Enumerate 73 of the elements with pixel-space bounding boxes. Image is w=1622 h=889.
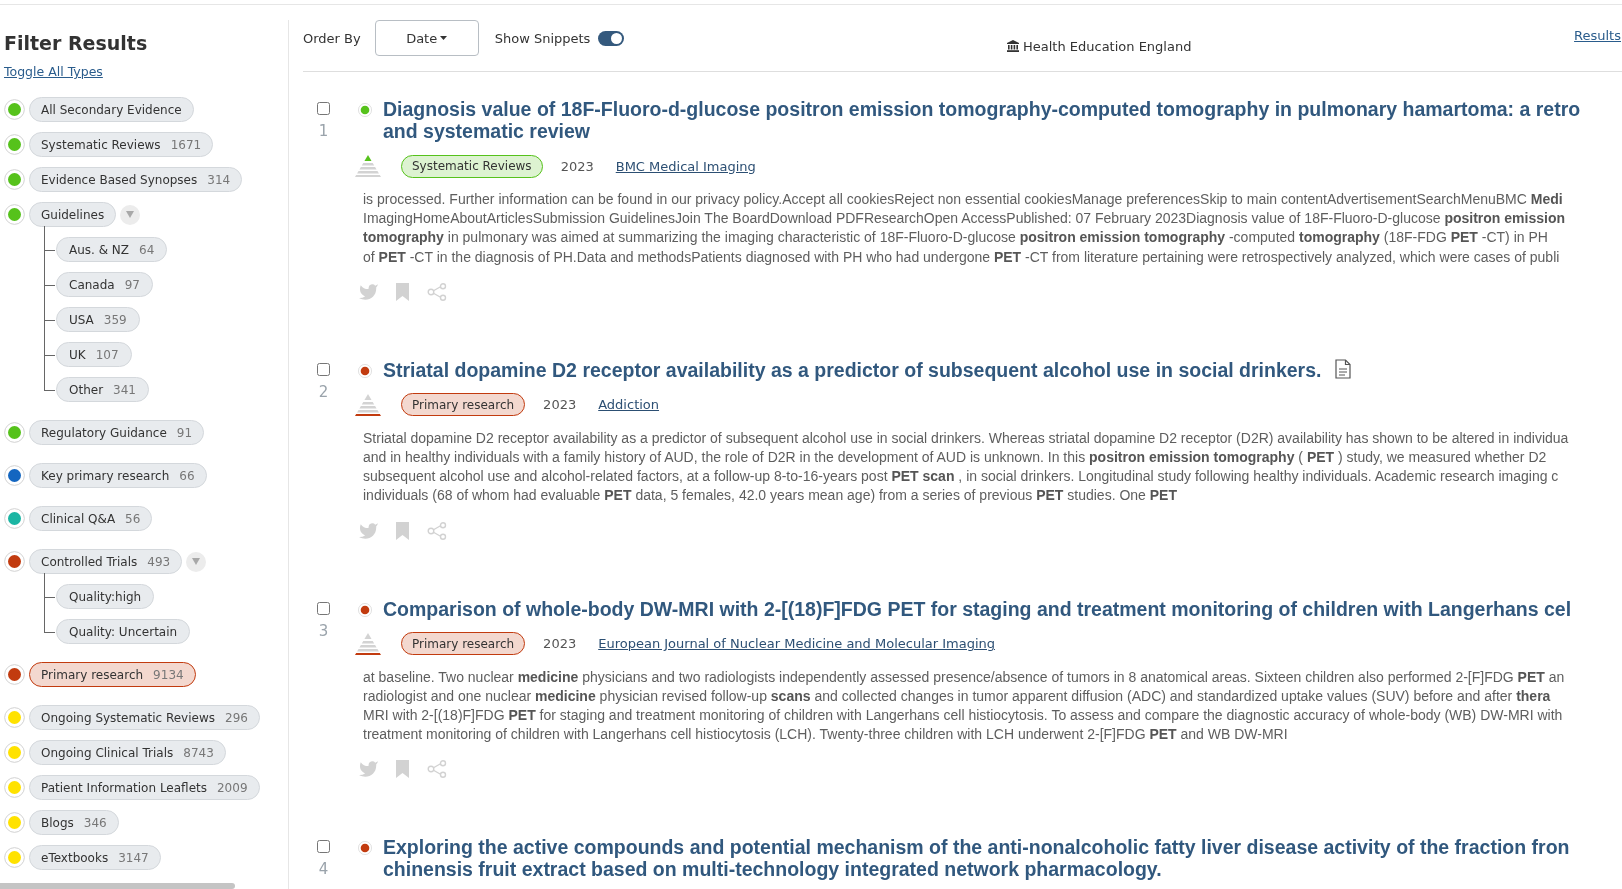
- publication-year: 2023: [543, 397, 577, 413]
- document-icon[interactable]: [1335, 358, 1352, 379]
- expand-button[interactable]: [186, 551, 207, 572]
- share-icon[interactable]: [427, 282, 447, 301]
- caret-down-icon: [126, 211, 135, 218]
- toggle-all-types-link[interactable]: Toggle All Types: [4, 63, 103, 81]
- evidence-type-tag: Primary research: [401, 393, 526, 417]
- bookmark-icon[interactable]: [396, 282, 409, 301]
- filter-chip[interactable]: Blogs 346: [29, 810, 119, 835]
- filter-chip[interactable]: Aus. & NZ 64: [56, 237, 168, 262]
- journal-link[interactable]: BMC Medical Imaging: [615, 158, 756, 174]
- result-title[interactable]: Diagnosis value of 18F-Fluoro-d-glucose positron emission tomography-computed tomography in pulmonary hamartoma: a retro and systematic review: [383, 98, 1581, 142]
- result-checkbox[interactable]: [317, 102, 330, 115]
- filter-chip[interactable]: UK 107: [56, 342, 132, 367]
- result-checkbox[interactable]: [317, 840, 330, 854]
- evidence-type-tag: Primary research: [401, 632, 526, 656]
- filter-chip[interactable]: Evidence Based Synopses 314: [29, 167, 243, 192]
- sidebar-heading: Filter Results: [4, 31, 148, 55]
- evidence-pyramid-icon: [355, 155, 381, 177]
- result-checkbox[interactable]: [317, 601, 330, 615]
- filter-chip[interactable]: Quality:high: [56, 584, 155, 609]
- journal-link[interactable]: European Journal of Nuclear Medicine and Molecular Imaging: [598, 636, 995, 652]
- result-number: 1: [318, 122, 329, 140]
- filter-chip[interactable]: Other 341: [56, 377, 149, 402]
- result-number: 2: [318, 382, 329, 401]
- filter-chip[interactable]: eTextbooks 3147: [29, 845, 161, 870]
- result-snippet: Striatal dopamine D2 receptor availability as a predictor of subsequent alcohol use in social drinkers. Whereas striatal dopamine D2 receptor (D2R) availability has shown to be altered in individua and in healthy individuals with a family history of AUD, the role of D2R in the development of AUD is unknown. In this positron emission tomography ( PET ) study, we measured whether D2 subsequent alcohol use and alcohol-related factors, at a follow-up 8-to-16-years post PET scan , in social drinkers. Longitudinal study following healthy individuals. Academic research imaging c individuals (68 of whom had evaluable PET data, 5 females, 42.0 years mean age) from a series of previous PET studies. One PET: [363, 428, 1569, 506]
- journal-link[interactable]: Addiction: [598, 397, 660, 413]
- filter-chip[interactable]: Ongoing Clinical Trials 8743: [29, 740, 226, 765]
- result-number: 4: [318, 860, 329, 879]
- filter-chip[interactable]: Guidelines: [29, 202, 117, 227]
- institution-name: Health Education England: [1023, 38, 1192, 54]
- snippets-toggle[interactable]: [598, 30, 625, 46]
- filter-chip[interactable]: Key primary research 66: [29, 463, 207, 488]
- filter-chip[interactable]: Controlled Trials 493: [29, 549, 183, 574]
- filter-chip[interactable]: Regulatory Guidance 91: [29, 420, 205, 445]
- filter-chip[interactable]: Primary research 9134: [29, 662, 196, 687]
- caret-icon: [440, 36, 448, 40]
- show-snippets-label: Show Snippets: [494, 30, 591, 46]
- filter-chip[interactable]: Systematic Reviews 1671: [29, 132, 214, 157]
- filter-chip[interactable]: Clinical Q&A 56: [29, 506, 153, 531]
- evidence-pyramid-icon: [355, 632, 381, 655]
- scrollbar-thumb[interactable]: [0, 883, 235, 889]
- result-title[interactable]: Striatal dopamine D2 receptor availability as a predictor of subsequent alcohol use in social drinkers.: [383, 358, 1322, 381]
- institution-icon: [1007, 40, 1019, 52]
- twitter-bird-icon[interactable]: [359, 761, 378, 778]
- filter-chip[interactable]: USA 359: [56, 307, 140, 332]
- evidence-pyramid-icon: [355, 393, 381, 416]
- order-by-label: Order By: [303, 30, 361, 46]
- filter-chip[interactable]: Quality: Uncertain: [56, 619, 191, 644]
- publication-year: 2023: [560, 158, 594, 174]
- result-snippet: is processed. Further information can be found in our privacy policy.Accept all cookiesReject non essential cookiesManage preferencesSkip to main contentAdvertisementSearchMenuBMC Medi ImagingHomeAboutArticlesSubmission GuidelinesJoin The BoardDownload PDFResearchOpen AccessPublished: 07 February 2023Diagnosis value of 18F-Fluoro-D-glucose positron emission tomography in pulmonary was aimed at summarizing the imaging characteristic of 18F-Fluoro-D-glucose positron emission tomography -computed tomography (18F-FDG PET -CT) in PH of PET -CT in the diagnosis of PH.Data and methodsPatients diagnosed with PH who had undergone PET -CT from literature pertaining were retrospectively analyzed, which were cases of publi: [363, 190, 1565, 267]
- result-checkbox[interactable]: [317, 362, 330, 376]
- result-snippet: at baseline. Two nuclear medicine physicians and two radiologists independently assessed presence/absence of tumors in 8 anatomical areas. Sixteen children also performed 2-[F]FDG PET an radiologist and one nuclear medicine physician revised follow-up scans and collected changes in tumor apparent diffusion (ADC) and standardized uptake values (SUV) before and after thera MRI with 2-[(18)F]FDG PET for staging and treatment monitoring of children with Langerhans cell histiocytosis. To assess and compare the diagnostic accuracy of whole-body (WB) DW-MRI with treatment monitoring of children with Langerhans cell histiocytosis (LCH). Twenty-three children with LCH underwent 2-[F]FDG PET and WB DW-MRI: [363, 667, 1565, 745]
- expand-button[interactable]: [120, 204, 141, 225]
- filter-chip[interactable]: Canada 97: [56, 272, 153, 297]
- bookmark-icon[interactable]: [396, 760, 409, 779]
- result-title[interactable]: Comparison of whole-body DW-MRI with 2-[(18)F]FDG PET for staging and treatment monitoring of children with Langerhans cel: [383, 597, 1572, 620]
- filter-chip[interactable]: Ongoing Systematic Reviews 296: [29, 705, 260, 730]
- order-by-dropdown[interactable]: Date: [374, 20, 479, 56]
- filter-chip[interactable]: Patient Information Leaflets 2009: [29, 775, 260, 800]
- share-icon[interactable]: [427, 521, 447, 540]
- evidence-type-tag: Systematic Reviews: [401, 154, 543, 178]
- caret-down-icon: [192, 558, 201, 565]
- bookmark-icon[interactable]: [396, 521, 409, 540]
- share-icon[interactable]: [427, 760, 447, 779]
- twitter-bird-icon[interactable]: [359, 522, 378, 539]
- publication-year: 2023: [543, 636, 577, 652]
- filter-chip[interactable]: All Secondary Evidence: [29, 97, 194, 122]
- result-title[interactable]: Exploring the active compounds and potential mechanism of the anti-nonalcoholic fatty liver disease activity of the fraction fron chinensis fruit extract based on multi-technology integrated network pharmacology.: [383, 836, 1570, 881]
- twitter-bird-icon[interactable]: [359, 283, 378, 300]
- results-link[interactable]: Results: [1574, 28, 1622, 43]
- result-number: 3: [318, 621, 329, 640]
